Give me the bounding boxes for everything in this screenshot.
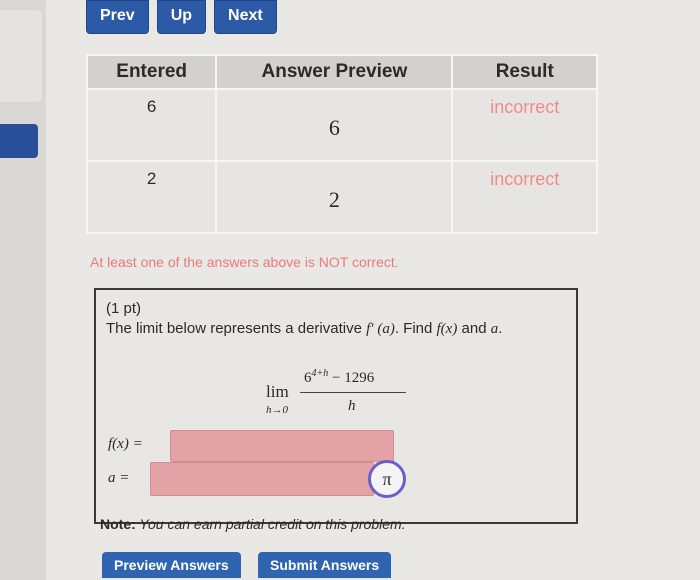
submit-answers-button[interactable]: Submit Answers bbox=[258, 552, 392, 578]
result-cell: incorrect bbox=[451, 160, 598, 234]
result-cell: incorrect bbox=[451, 88, 598, 162]
preview-value: 2 bbox=[328, 187, 340, 212]
result-value: incorrect bbox=[490, 169, 560, 189]
prompt-text: . bbox=[498, 320, 503, 337]
lim-subscript: h→0 bbox=[266, 404, 288, 416]
entered-value: 6 bbox=[146, 97, 157, 116]
problem-prompt: The limit below represents a derivative … bbox=[106, 320, 502, 338]
header-answer-preview: Answer Preview bbox=[215, 54, 454, 90]
nav-bar: Prev Up Next bbox=[86, 0, 277, 34]
entered-value: 2 bbox=[146, 169, 157, 188]
preview-cell: 6 bbox=[215, 88, 454, 162]
results-table: Entered Answer Preview Result 6 6 incorr… bbox=[85, 54, 598, 234]
prompt-text: The limit below represents a derivative bbox=[106, 320, 367, 337]
preview-value: 6 bbox=[328, 115, 340, 140]
left-tab[interactable] bbox=[0, 124, 38, 158]
partial-credit-note: Note: You can earn partial credit on thi… bbox=[100, 516, 406, 532]
entered-cell: 6 bbox=[85, 88, 218, 162]
preview-cell: 2 bbox=[215, 160, 454, 234]
prev-button[interactable]: Prev bbox=[86, 0, 149, 34]
result-value: incorrect bbox=[490, 97, 560, 117]
table-row: 6 6 incorrect bbox=[85, 88, 598, 162]
up-button[interactable]: Up bbox=[156, 0, 207, 34]
fraction-bar bbox=[300, 392, 406, 393]
warning-message: At least one of the answers above is NOT… bbox=[90, 254, 399, 270]
denominator: h bbox=[348, 398, 356, 414]
header-entered: Entered bbox=[85, 54, 218, 90]
left-card bbox=[0, 10, 42, 102]
fx-label: f(x) = bbox=[108, 436, 143, 452]
prompt-text: . Find bbox=[394, 320, 437, 337]
prompt-fprime: f′ (a) bbox=[366, 321, 395, 337]
prompt-fx: f(x) bbox=[436, 321, 458, 337]
table-row: 2 2 incorrect bbox=[85, 160, 598, 234]
a-input[interactable] bbox=[150, 462, 374, 496]
lim-text: lim bbox=[266, 382, 289, 401]
header-result: Result bbox=[451, 54, 598, 90]
pi-icon[interactable]: π bbox=[368, 460, 406, 498]
note-text: You can earn partial credit on this prob… bbox=[135, 516, 406, 532]
note-label: Note: bbox=[100, 516, 136, 532]
prompt-text: and bbox=[457, 320, 491, 337]
a-label: a = bbox=[108, 470, 130, 486]
limit-formula: lim h→0 64+h − 1296 h bbox=[266, 364, 416, 424]
entered-cell: 2 bbox=[85, 160, 218, 234]
problem-points: (1 pt) bbox=[106, 300, 142, 317]
fx-input[interactable] bbox=[170, 430, 394, 462]
problem-box: (1 pt) The limit below represents a deri… bbox=[94, 288, 578, 532]
numerator-base: 6 bbox=[304, 370, 312, 386]
numerator-rest: − 1296 bbox=[328, 370, 375, 386]
preview-answers-button[interactable]: Preview Answers bbox=[102, 552, 241, 578]
next-button[interactable]: Next bbox=[214, 0, 277, 34]
numerator-exponent: 4+h bbox=[311, 368, 329, 379]
numerator: 64+h − 1296 bbox=[304, 368, 374, 387]
